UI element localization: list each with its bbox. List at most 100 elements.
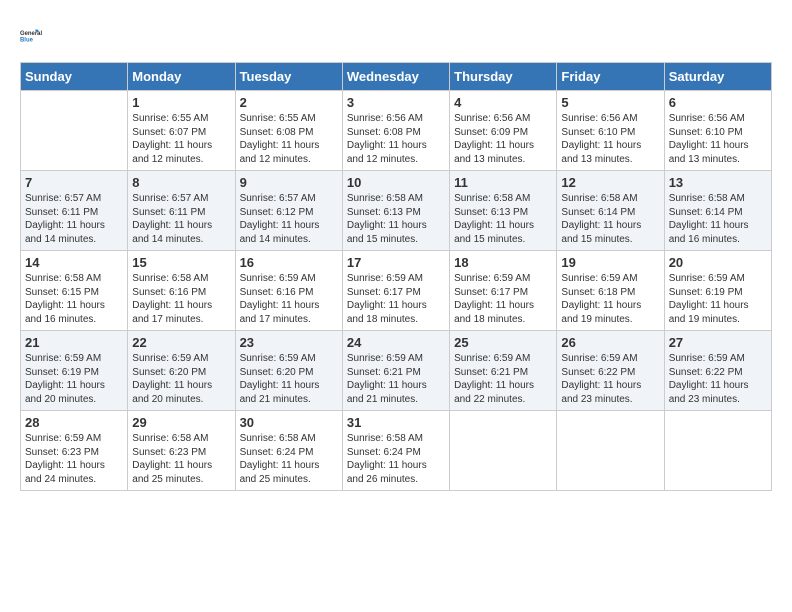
day-number: 14 (25, 255, 123, 270)
day-cell: 21 Sunrise: 6:59 AMSunset: 6:19 PMDayligh… (21, 331, 128, 411)
day-number: 26 (561, 335, 659, 350)
day-cell (450, 411, 557, 491)
day-number: 15 (132, 255, 230, 270)
week-row-2: 7 Sunrise: 6:57 AMSunset: 6:11 PMDaylight… (21, 171, 772, 251)
day-number: 9 (240, 175, 338, 190)
day-info: Sunrise: 6:59 AMSunset: 6:23 PMDaylight:… (25, 432, 123, 486)
day-number: 31 (347, 415, 445, 430)
page-header: General Blue (20, 20, 772, 52)
calendar-header: SundayMondayTuesdayWednesdayThursdayFrid… (21, 63, 772, 91)
day-cell: 6 Sunrise: 6:56 AMSunset: 6:10 PMDaylight… (664, 91, 771, 171)
day-cell: 20 Sunrise: 6:59 AMSunset: 6:19 PMDayligh… (664, 251, 771, 331)
header-day-thursday: Thursday (450, 63, 557, 91)
day-cell: 28 Sunrise: 6:59 AMSunset: 6:23 PMDayligh… (21, 411, 128, 491)
day-info: Sunrise: 6:56 AMSunset: 6:09 PMDaylight:… (454, 112, 552, 166)
day-info: Sunrise: 6:58 AMSunset: 6:16 PMDaylight:… (132, 272, 230, 326)
day-cell: 1 Sunrise: 6:55 AMSunset: 6:07 PMDaylight… (128, 91, 235, 171)
header-row: SundayMondayTuesdayWednesdayThursdayFrid… (21, 63, 772, 91)
day-cell: 13Sunrise: 6:58 AMSunset: 6:14 PMDayligh… (664, 171, 771, 251)
day-info: Sunrise: 6:58 AMSunset: 6:14 PMDaylight:… (561, 192, 659, 246)
day-number: 25 (454, 335, 552, 350)
day-cell (664, 411, 771, 491)
day-cell: 27 Sunrise: 6:59 AMSunset: 6:22 PMDayligh… (664, 331, 771, 411)
day-number: 10 (347, 175, 445, 190)
day-cell (557, 411, 664, 491)
day-cell: 25 Sunrise: 6:59 AMSunset: 6:21 PMDayligh… (450, 331, 557, 411)
week-row-5: 28 Sunrise: 6:59 AMSunset: 6:23 PMDayligh… (21, 411, 772, 491)
day-info: Sunrise: 6:55 AMSunset: 6:08 PMDaylight:… (240, 112, 338, 166)
day-cell: 30 Sunrise: 6:58 AMSunset: 6:24 PMDayligh… (235, 411, 342, 491)
day-cell: 31 Sunrise: 6:58 AMSunset: 6:24 PMDayligh… (342, 411, 449, 491)
day-number: 2 (240, 95, 338, 110)
day-info: Sunrise: 6:59 AMSunset: 6:22 PMDaylight:… (561, 352, 659, 406)
day-cell (21, 91, 128, 171)
day-cell: 3 Sunrise: 6:56 AMSunset: 6:08 PMDaylight… (342, 91, 449, 171)
day-cell: 8 Sunrise: 6:57 AMSunset: 6:11 PMDaylight… (128, 171, 235, 251)
day-number: 21 (25, 335, 123, 350)
day-number: 17 (347, 255, 445, 270)
day-number: 5 (561, 95, 659, 110)
day-info: Sunrise: 6:59 AMSunset: 6:17 PMDaylight:… (347, 272, 445, 326)
week-row-1: 1 Sunrise: 6:55 AMSunset: 6:07 PMDaylight… (21, 91, 772, 171)
header-day-wednesday: Wednesday (342, 63, 449, 91)
day-number: 27 (669, 335, 767, 350)
day-cell: 5 Sunrise: 6:56 AMSunset: 6:10 PMDaylight… (557, 91, 664, 171)
day-info: Sunrise: 6:59 AMSunset: 6:16 PMDaylight:… (240, 272, 338, 326)
day-cell: 23Sunrise: 6:59 AMSunset: 6:20 PMDayligh… (235, 331, 342, 411)
calendar-table: SundayMondayTuesdayWednesdayThursdayFrid… (20, 62, 772, 491)
day-info: Sunrise: 6:59 AMSunset: 6:20 PMDaylight:… (240, 352, 338, 406)
day-cell: 12 Sunrise: 6:58 AMSunset: 6:14 PMDayligh… (557, 171, 664, 251)
day-cell: 29Sunrise: 6:58 AMSunset: 6:23 PMDayligh… (128, 411, 235, 491)
day-cell: 11Sunrise: 6:58 AMSunset: 6:13 PMDayligh… (450, 171, 557, 251)
day-number: 3 (347, 95, 445, 110)
day-number: 20 (669, 255, 767, 270)
day-number: 8 (132, 175, 230, 190)
day-number: 4 (454, 95, 552, 110)
day-info: Sunrise: 6:57 AMSunset: 6:11 PMDaylight:… (25, 192, 123, 246)
calendar-body: 1 Sunrise: 6:55 AMSunset: 6:07 PMDaylight… (21, 91, 772, 491)
day-number: 12 (561, 175, 659, 190)
day-cell: 9 Sunrise: 6:57 AMSunset: 6:12 PMDaylight… (235, 171, 342, 251)
header-day-monday: Monday (128, 63, 235, 91)
day-number: 28 (25, 415, 123, 430)
day-info: Sunrise: 6:56 AMSunset: 6:10 PMDaylight:… (561, 112, 659, 166)
header-day-friday: Friday (557, 63, 664, 91)
day-info: Sunrise: 6:59 AMSunset: 6:19 PMDaylight:… (669, 272, 767, 326)
day-number: 16 (240, 255, 338, 270)
day-info: Sunrise: 6:58 AMSunset: 6:13 PMDaylight:… (347, 192, 445, 246)
day-info: Sunrise: 6:59 AMSunset: 6:21 PMDaylight:… (347, 352, 445, 406)
day-info: Sunrise: 6:59 AMSunset: 6:19 PMDaylight:… (25, 352, 123, 406)
week-row-3: 14 Sunrise: 6:58 AMSunset: 6:15 PMDayligh… (21, 251, 772, 331)
day-number: 6 (669, 95, 767, 110)
day-info: Sunrise: 6:59 AMSunset: 6:18 PMDaylight:… (561, 272, 659, 326)
day-cell: 14 Sunrise: 6:58 AMSunset: 6:15 PMDayligh… (21, 251, 128, 331)
day-cell: 18Sunrise: 6:59 AMSunset: 6:17 PMDayligh… (450, 251, 557, 331)
header-day-sunday: Sunday (21, 63, 128, 91)
day-info: Sunrise: 6:59 AMSunset: 6:22 PMDaylight:… (669, 352, 767, 406)
day-info: Sunrise: 6:56 AMSunset: 6:08 PMDaylight:… (347, 112, 445, 166)
day-info: Sunrise: 6:56 AMSunset: 6:10 PMDaylight:… (669, 112, 767, 166)
day-number: 13 (669, 175, 767, 190)
day-number: 11 (454, 175, 552, 190)
day-info: Sunrise: 6:58 AMSunset: 6:24 PMDaylight:… (347, 432, 445, 486)
day-number: 7 (25, 175, 123, 190)
day-info: Sunrise: 6:55 AMSunset: 6:07 PMDaylight:… (132, 112, 230, 166)
day-info: Sunrise: 6:57 AMSunset: 6:12 PMDaylight:… (240, 192, 338, 246)
svg-text:Blue: Blue (20, 37, 34, 43)
day-cell: 24 Sunrise: 6:59 AMSunset: 6:21 PMDayligh… (342, 331, 449, 411)
day-number: 19 (561, 255, 659, 270)
day-cell: 10 Sunrise: 6:58 AMSunset: 6:13 PMDayligh… (342, 171, 449, 251)
day-cell: 26 Sunrise: 6:59 AMSunset: 6:22 PMDayligh… (557, 331, 664, 411)
day-info: Sunrise: 6:58 AMSunset: 6:15 PMDaylight:… (25, 272, 123, 326)
day-number: 22 (132, 335, 230, 350)
day-info: Sunrise: 6:57 AMSunset: 6:11 PMDaylight:… (132, 192, 230, 246)
header-day-tuesday: Tuesday (235, 63, 342, 91)
day-number: 24 (347, 335, 445, 350)
day-cell: 19 Sunrise: 6:59 AMSunset: 6:18 PMDayligh… (557, 251, 664, 331)
day-info: Sunrise: 6:59 AMSunset: 6:21 PMDaylight:… (454, 352, 552, 406)
day-cell: 2 Sunrise: 6:55 AMSunset: 6:08 PMDaylight… (235, 91, 342, 171)
day-number: 1 (132, 95, 230, 110)
svg-text:General: General (20, 31, 42, 37)
day-info: Sunrise: 6:58 AMSunset: 6:24 PMDaylight:… (240, 432, 338, 486)
day-number: 30 (240, 415, 338, 430)
